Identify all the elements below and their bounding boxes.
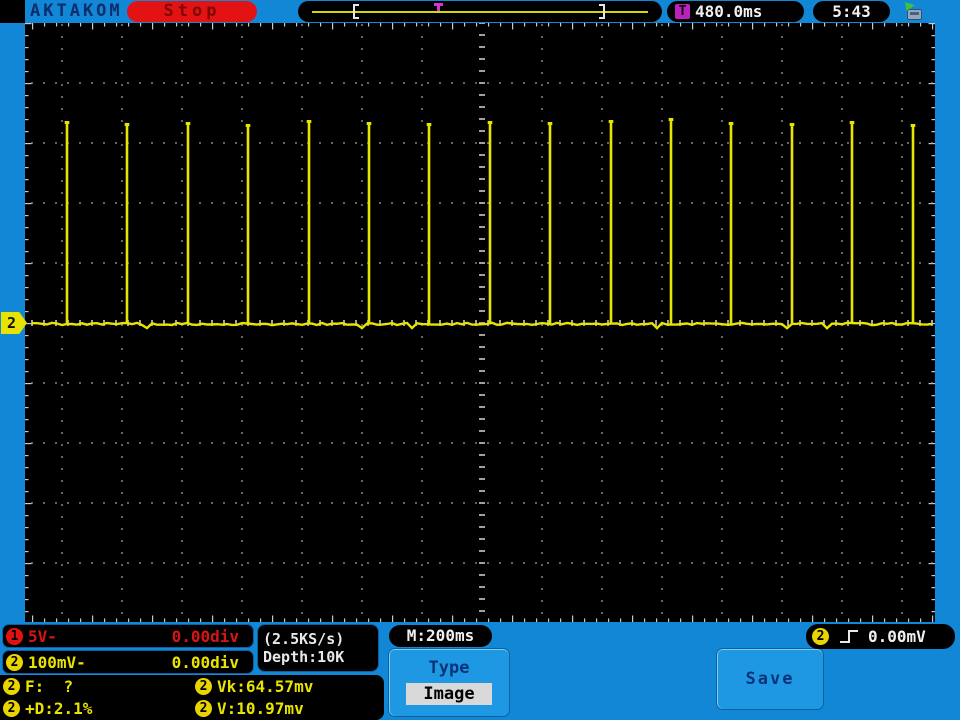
clock: 5:43 — [813, 1, 890, 22]
measurement-text: F: ? — [25, 676, 74, 696]
measurement-text: Vk:64.57mv — [217, 676, 314, 696]
channel2-offset: 0.00div — [171, 652, 239, 672]
channel2-badge-icon: 2 — [3, 699, 20, 717]
trigger-level-badge: 2 0.00mV — [806, 624, 955, 649]
channel2-badge-icon: 2 — [812, 628, 829, 645]
channel1-offset: 0.00div — [171, 626, 239, 646]
measurements-panel: 2 F: ? 2 Vk:64.57mv 2 +D:2.1% 2 V:10.97m… — [0, 675, 384, 720]
measurement-frequency: 2 F: ? — [3, 677, 195, 696]
oscilloscope-screen: AKTAKOM Stop T 480.0ms 5:43 2 1 5V- 0.00… — [0, 0, 960, 720]
waveform-display — [25, 22, 935, 622]
window-right-bracket-icon — [599, 4, 605, 19]
measurement-text: V:10.97mv — [217, 698, 304, 718]
graticule-and-trace — [25, 22, 935, 622]
channel2-status: 2 100mV- 0.00div — [2, 650, 254, 674]
memory-line — [312, 11, 648, 13]
run-state-badge: Stop — [127, 1, 257, 22]
timebase-badge: M:200ms — [389, 625, 492, 647]
top-left-corner — [0, 0, 25, 23]
measurement-duty: 2 +D:2.1% — [3, 699, 195, 718]
channel2-scale: 100mV- — [28, 652, 86, 672]
trigger-time-value: 480.0ms — [695, 2, 763, 21]
type-button-label: Type — [428, 658, 470, 678]
channel1-status: 1 5V- 0.00div — [2, 624, 254, 648]
channel2-badge-icon: 2 — [195, 677, 212, 695]
acquisition-status: (2.5KS/s) Depth:10K — [257, 624, 379, 672]
type-button[interactable]: Type Image — [388, 648, 510, 717]
window-left-bracket-icon — [353, 4, 359, 19]
sample-rate: (2.5KS/s) — [263, 630, 345, 648]
rising-edge-icon — [840, 629, 862, 644]
trigger-info-badge: T 480.0ms — [667, 1, 804, 22]
usb-disk-body-icon — [907, 9, 922, 20]
trigger-position-marker-icon — [434, 3, 443, 12]
channel2-badge-icon: 2 — [195, 699, 212, 717]
type-button-value[interactable]: Image — [406, 683, 492, 705]
channel2-position-marker: 2 — [1, 312, 27, 334]
usb-storage-icon — [903, 2, 925, 21]
channel1-scale: 5V- — [28, 626, 57, 646]
channel2-badge-icon: 2 — [3, 677, 20, 695]
trigger-level-value: 0.00mV — [868, 627, 926, 646]
channel1-badge-icon: 1 — [6, 627, 23, 645]
memory-window-indicator — [298, 1, 662, 22]
measurement-text: +D:2.1% — [25, 698, 93, 718]
memory-depth: Depth:10K — [263, 648, 345, 666]
channel2-badge-icon: 2 — [6, 653, 23, 671]
save-button[interactable]: Save — [716, 648, 824, 710]
measurement-vk: 2 Vk:64.57mv — [195, 677, 387, 696]
trigger-t-icon: T — [675, 4, 690, 19]
brand-logo: AKTAKOM — [30, 1, 123, 21]
measurement-voltage: 2 V:10.97mv — [195, 699, 387, 718]
